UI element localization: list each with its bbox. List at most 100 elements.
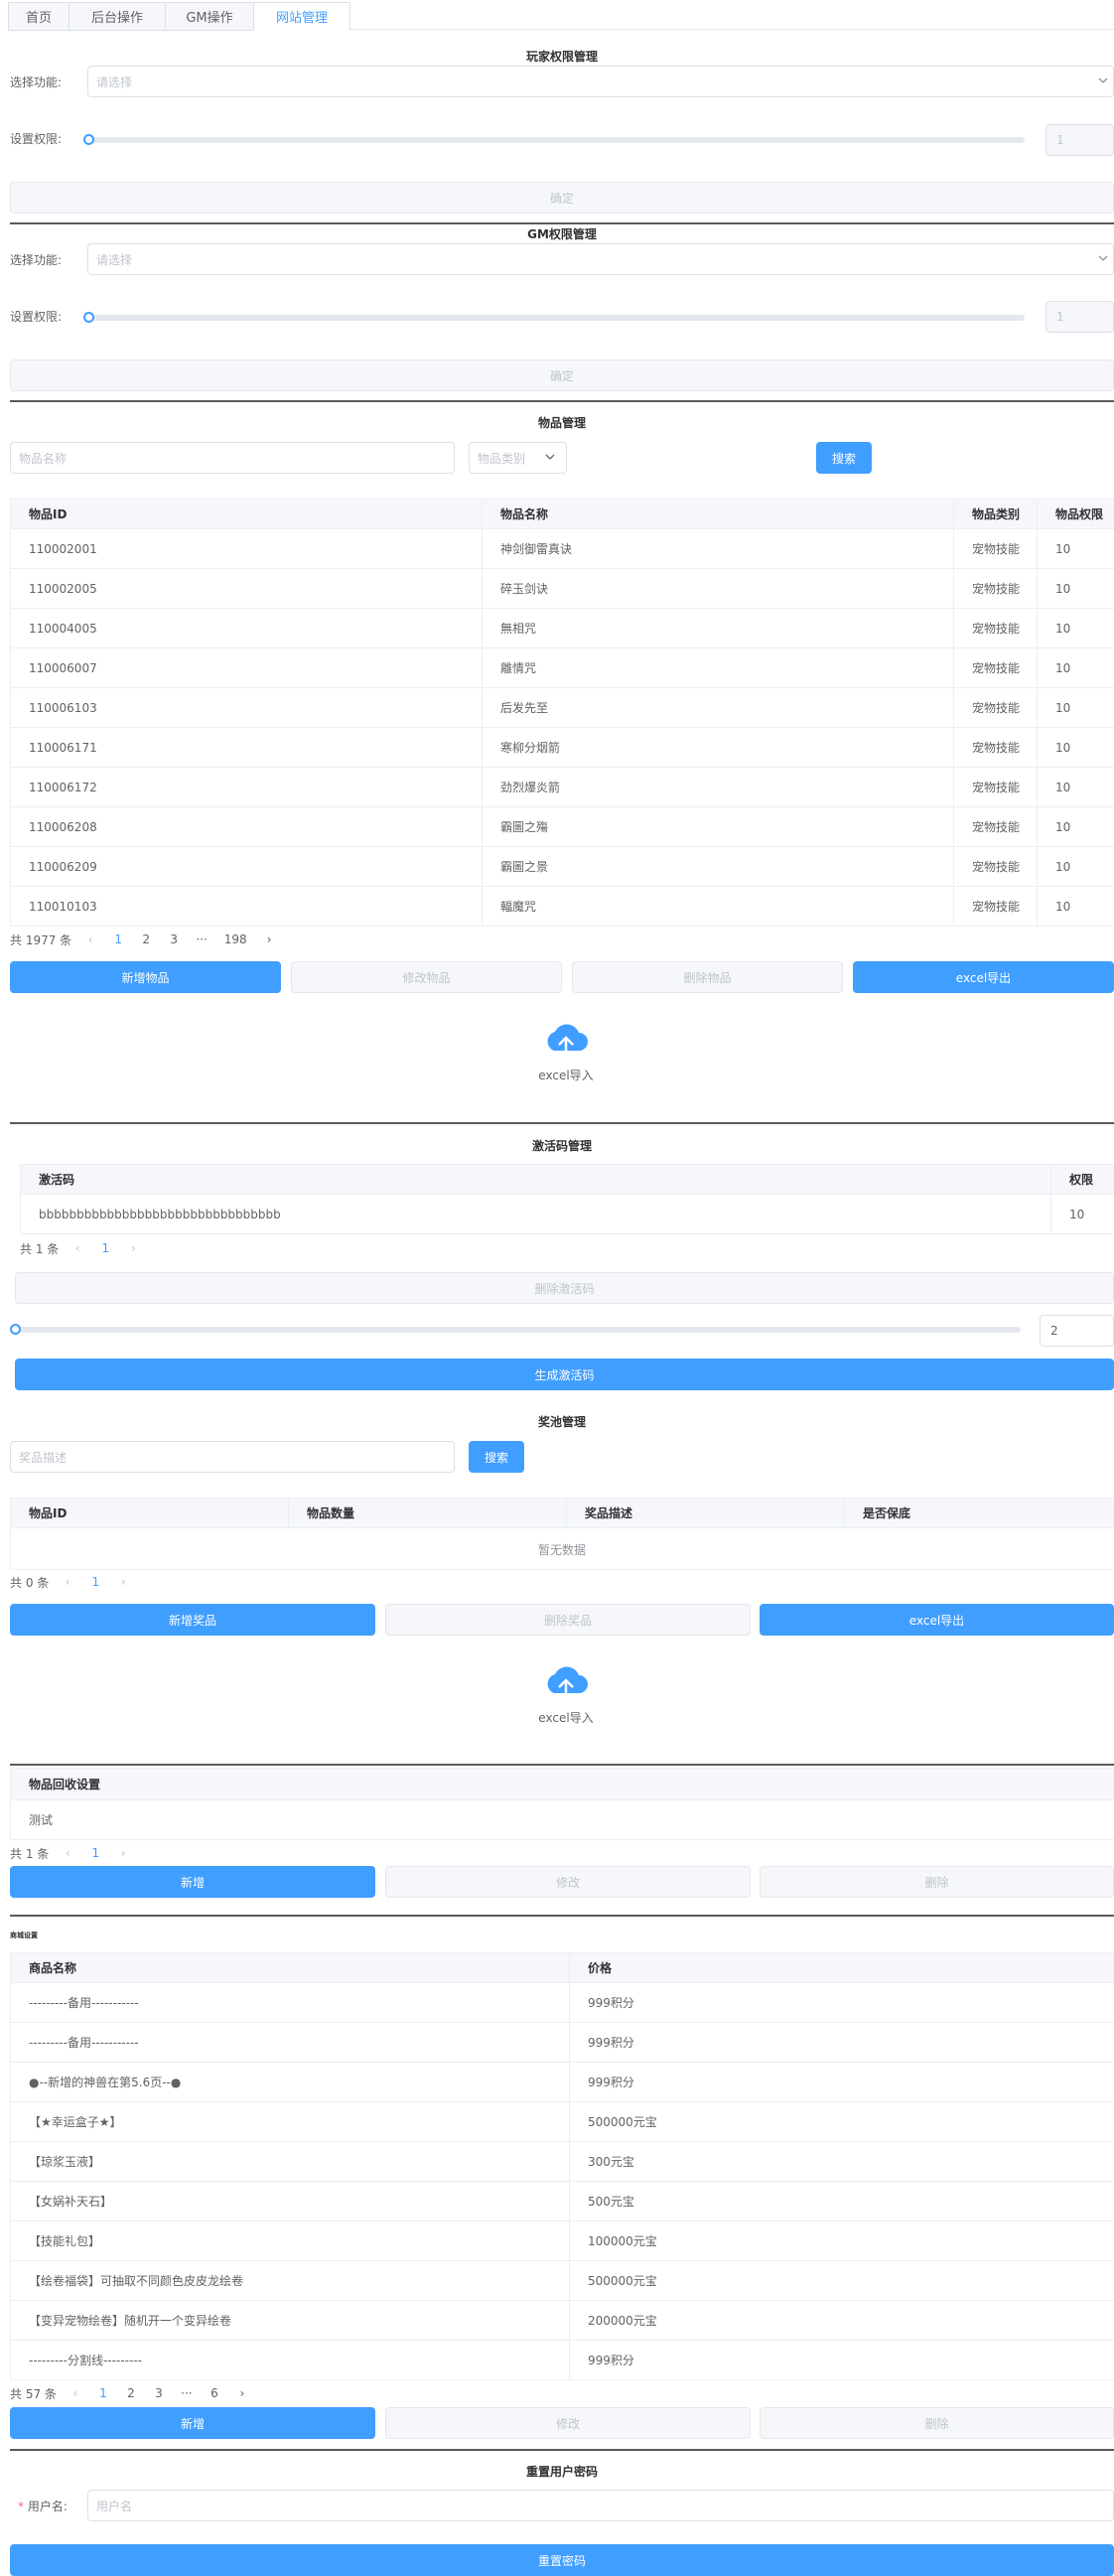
next-page-icon[interactable]: › xyxy=(124,1241,142,1255)
player-function-select[interactable]: 请选择 xyxy=(87,66,1114,97)
delete-prize-button[interactable]: 删除奖品 xyxy=(385,1604,751,1636)
page-number[interactable]: 2 xyxy=(137,932,155,946)
next-page-icon[interactable]: › xyxy=(114,1575,132,1589)
code-perm-number[interactable]: 2 xyxy=(1040,1315,1114,1347)
excel-upload-area[interactable]: excel导入 xyxy=(496,1021,635,1083)
add-item-button[interactable]: 新增物品 xyxy=(10,961,281,993)
cell: 寒柳分烟箭 xyxy=(483,728,954,767)
table-row[interactable]: 【★幸运盒子★】 500000元宝 xyxy=(11,2102,1114,2142)
cell: 110006209 xyxy=(11,847,483,886)
recycle-edit-button[interactable]: 修改 xyxy=(385,1866,751,1898)
page-number[interactable]: 198 xyxy=(220,932,250,946)
page-number[interactable]: 2 xyxy=(122,2386,140,2400)
cell: ---------备用----------- xyxy=(11,2023,570,2062)
player-perm-slider[interactable] xyxy=(87,137,1025,143)
prize-desc-input[interactable]: 奖品描述 xyxy=(10,1441,455,1473)
prev-page-icon[interactable]: ‹ xyxy=(59,1575,76,1589)
page-number[interactable]: 1 xyxy=(96,1241,114,1255)
table-row[interactable]: ●--新增的神兽在第5.6页--● 999积分 xyxy=(11,2063,1114,2102)
table-row[interactable]: bbbbbbbbbbbbbbbbbbbbbbbbbbbbbbbb 10 xyxy=(21,1195,1114,1234)
recycle-add-button[interactable]: 新增 xyxy=(10,1866,375,1898)
col-item-id: 物品ID xyxy=(11,1499,289,1527)
item-search-button[interactable]: 搜索 xyxy=(816,442,872,474)
page-number[interactable]: 3 xyxy=(165,932,183,946)
shop-edit-button[interactable]: 修改 xyxy=(385,2407,751,2439)
generate-code-button[interactable]: 生成激活码 xyxy=(15,1359,1114,1390)
page-number[interactable]: 1 xyxy=(109,932,127,946)
page-number[interactable]: 1 xyxy=(86,1846,104,1860)
prev-page-icon[interactable]: ‹ xyxy=(67,2386,84,2400)
shop-delete-button[interactable]: 删除 xyxy=(760,2407,1114,2439)
table-row[interactable]: 110006209 霸圖之景 宠物技能 10 xyxy=(11,847,1114,887)
tab-gm[interactable]: GM操作 xyxy=(165,2,254,31)
pool-excel-upload-area[interactable]: excel导入 xyxy=(496,1663,635,1726)
add-prize-button[interactable]: 新增奖品 xyxy=(10,1604,375,1636)
cell: 劲烈爆炎箭 xyxy=(483,768,954,806)
slider-thumb[interactable] xyxy=(83,312,94,323)
gm-confirm-button[interactable]: 确定 xyxy=(10,359,1114,391)
table-row[interactable]: ---------分割线--------- 999积分 xyxy=(11,2341,1114,2380)
gm-perm-slider[interactable] xyxy=(87,315,1025,321)
table-row[interactable]: 【琼浆玉液】 300元宝 xyxy=(11,2142,1114,2182)
player-perm-number[interactable]: 1 xyxy=(1045,124,1114,156)
table-row[interactable]: 【女娲补天石】 500元宝 xyxy=(11,2182,1114,2221)
slider-thumb[interactable] xyxy=(83,134,94,145)
page-number[interactable]: 3 xyxy=(150,2386,168,2400)
page-number[interactable]: 6 xyxy=(206,2386,223,2400)
next-page-icon[interactable]: › xyxy=(260,932,278,946)
tab-backend[interactable]: 后台操作 xyxy=(69,2,166,31)
prev-page-icon[interactable]: ‹ xyxy=(69,1241,86,1255)
prev-page-icon[interactable]: ‹ xyxy=(81,932,99,946)
tab-site-management[interactable]: 网站管理 xyxy=(253,2,350,31)
table-row[interactable]: 【绘卷福袋】可抽取不同颜色皮皮龙绘卷 500000元宝 xyxy=(11,2261,1114,2301)
item-category-select[interactable]: 物品类别 xyxy=(469,442,567,474)
cell: 10 xyxy=(1038,887,1114,926)
gm-perm-title: GM权限管理 xyxy=(527,227,597,241)
table-row[interactable]: 110010103 輻魔咒 宠物技能 10 xyxy=(11,887,1114,927)
table-row[interactable]: 110002005 碎玉剑诀 宠物技能 10 xyxy=(11,569,1114,609)
code-perm-slider[interactable] xyxy=(15,1327,1021,1333)
table-row[interactable]: 110002001 神剑御雷真诀 宠物技能 10 xyxy=(11,529,1114,569)
table-row[interactable]: 110006103 后发先至 宠物技能 10 xyxy=(11,688,1114,728)
table-row[interactable]: 110006172 劲烈爆炎箭 宠物技能 10 xyxy=(11,768,1114,807)
divider xyxy=(10,1764,1114,1766)
edit-item-button[interactable]: 修改物品 xyxy=(291,961,562,993)
table-row[interactable]: 110004005 無相咒 宠物技能 10 xyxy=(11,609,1114,648)
gm-perm-number[interactable]: 1 xyxy=(1045,301,1114,333)
next-page-icon[interactable]: › xyxy=(114,1846,132,1860)
cell: 宠物技能 xyxy=(954,648,1038,687)
slider-thumb[interactable] xyxy=(10,1324,21,1335)
pool-search-button[interactable]: 搜索 xyxy=(469,1441,524,1473)
prev-page-icon[interactable]: ‹ xyxy=(59,1846,76,1860)
table-row[interactable]: 110006007 離情咒 宠物技能 10 xyxy=(11,648,1114,688)
table-row[interactable]: 【技能礼包】 100000元宝 xyxy=(11,2221,1114,2261)
table-row[interactable]: ---------备用----------- 999积分 xyxy=(11,2023,1114,2063)
player-select-label: 选择功能: xyxy=(10,75,63,89)
page-number[interactable]: 1 xyxy=(86,1575,104,1589)
reset-password-button[interactable]: 重置密码 xyxy=(10,2544,1114,2576)
cell: 輻魔咒 xyxy=(483,887,954,926)
player-confirm-button[interactable]: 确定 xyxy=(10,182,1114,214)
next-page-icon[interactable]: › xyxy=(233,2386,251,2400)
shop-add-button[interactable]: 新增 xyxy=(10,2407,375,2439)
page-number[interactable]: 1 xyxy=(94,2386,112,2400)
delete-item-button[interactable]: 删除物品 xyxy=(572,961,843,993)
item-name-input[interactable]: 物品名称 xyxy=(10,442,455,474)
pool-excel-export-button[interactable]: excel导出 xyxy=(760,1604,1114,1636)
excel-export-button[interactable]: excel导出 xyxy=(853,961,1114,993)
gm-function-select[interactable]: 请选择 xyxy=(87,243,1114,275)
table-row[interactable]: 110006171 寒柳分烟箭 宠物技能 10 xyxy=(11,728,1114,768)
table-row[interactable]: 测试 xyxy=(11,1800,1114,1840)
cell: 碎玉剑诀 xyxy=(483,569,954,608)
table-row[interactable]: 【变异宠物绘卷】随机开一个变异绘卷 200000元宝 xyxy=(11,2301,1114,2341)
cell: 【★幸运盒子★】 xyxy=(11,2102,570,2141)
page-ellipsis[interactable]: ··· xyxy=(178,2386,196,2400)
table-row[interactable]: 110006208 霸圖之殤 宠物技能 10 xyxy=(11,807,1114,847)
username-input[interactable]: 用户名 xyxy=(87,2490,1114,2521)
tab-home[interactable]: 首页 xyxy=(8,2,70,31)
pagination-total: 共 1 条 xyxy=(10,1846,50,1861)
recycle-delete-button[interactable]: 删除 xyxy=(760,1866,1114,1898)
page-ellipsis[interactable]: ··· xyxy=(193,932,210,946)
delete-code-button[interactable]: 删除激活码 xyxy=(15,1272,1114,1304)
table-row[interactable]: ---------备用----------- 999积分 xyxy=(11,1983,1114,2023)
